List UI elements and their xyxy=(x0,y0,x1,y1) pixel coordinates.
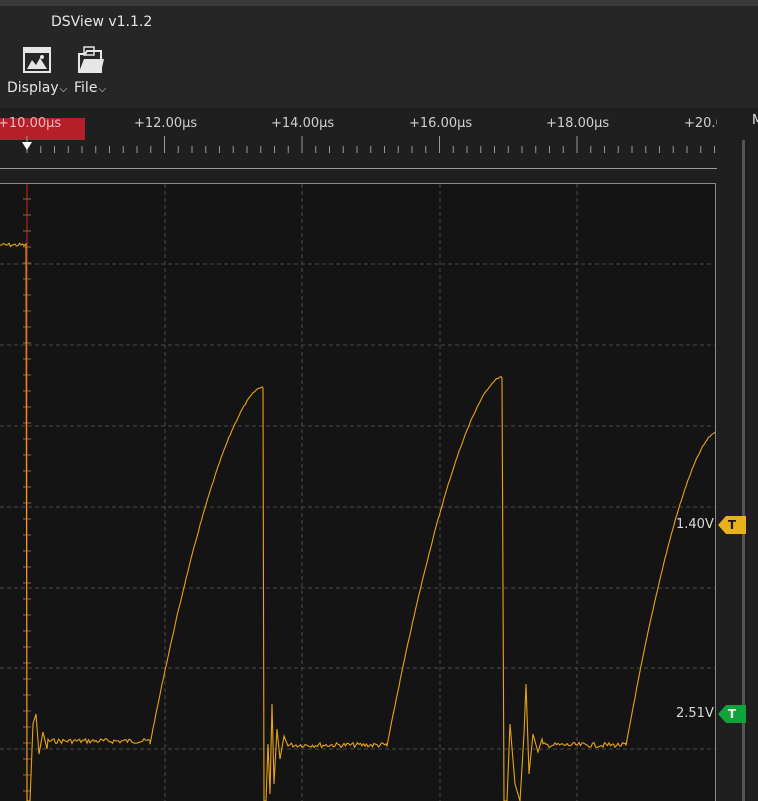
toolbar: Display⌵ File⌵ xyxy=(0,38,758,108)
chevron-down-icon: ⌵ xyxy=(98,84,107,95)
ruler-baseline xyxy=(0,168,717,169)
trigger-level-2-value: 2.51V xyxy=(676,706,714,721)
file-label: File xyxy=(74,80,98,96)
file-icon xyxy=(78,46,105,73)
ruler-ticks xyxy=(22,136,715,153)
app-title: DSView v1.1.2 xyxy=(51,14,153,30)
cursor-marker-icon xyxy=(22,142,32,150)
chevron-down-icon: ⌵ xyxy=(59,84,68,95)
display-icon xyxy=(23,47,52,73)
display-label: Display xyxy=(7,80,59,96)
analog-waveform-trace xyxy=(0,242,716,801)
file-button[interactable]: File⌵ xyxy=(74,46,106,96)
display-button[interactable]: Display⌵ xyxy=(7,46,67,96)
waveform-view[interactable] xyxy=(0,184,716,801)
right-panel: M xyxy=(717,108,758,801)
title-bar: DSView v1.1.2 xyxy=(0,6,758,38)
trigger-level-1-value: 1.40V xyxy=(676,517,714,532)
panel-letter: M xyxy=(752,113,758,128)
waveform-canvas xyxy=(0,184,716,801)
time-ruler[interactable]: +10.00μs +12.00μs +14.00μs +16.00μs +18.… xyxy=(0,108,724,170)
scope-right-border xyxy=(715,184,716,801)
vertical-scrollbar[interactable] xyxy=(742,140,745,801)
